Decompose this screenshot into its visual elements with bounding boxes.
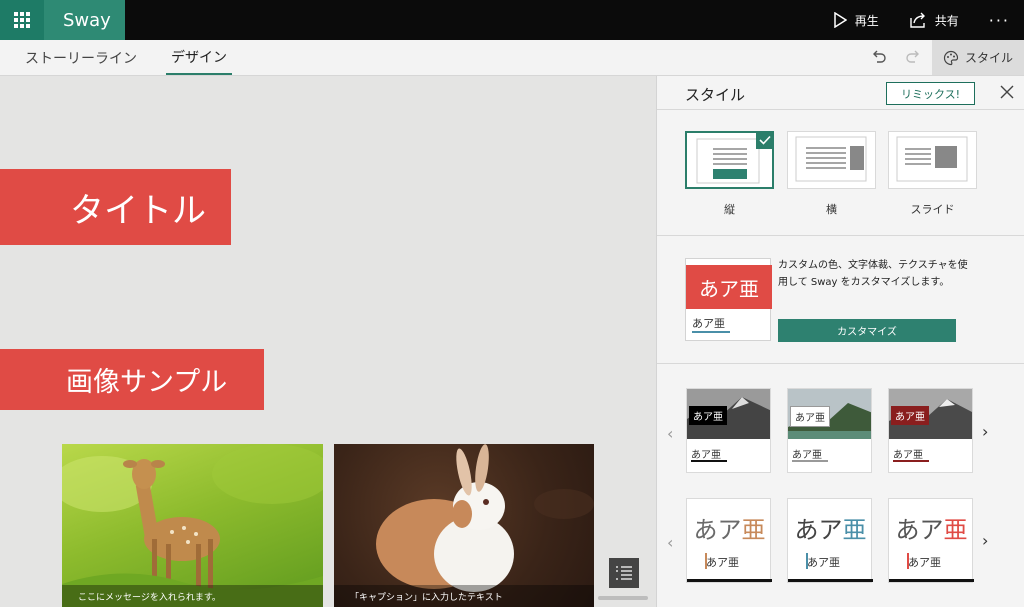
layout-horizontal-option[interactable] [787,131,876,189]
story-title[interactable]: タイトル [0,169,231,245]
font-option-2-large: あア亜 [794,516,867,544]
tab-storyline[interactable]: ストーリーライン [25,40,137,75]
font-option-1-bottom [687,579,772,582]
navigation-button[interactable] [609,558,639,588]
play-button[interactable]: 再生 [833,12,879,29]
app-launcher-icon [14,12,30,28]
style-option-2-chip: あア亜 [790,406,830,427]
top-bar: Sway 再生 共有 ··· [0,0,1024,40]
font-option-2-bottom [788,579,873,582]
undo-icon[interactable] [870,48,888,66]
font-option-1[interactable]: あア亜 あア亜 [686,498,772,583]
layout-slide-label: スライド [910,203,955,216]
share-button[interactable]: 共有 [909,12,959,29]
chevron-right-icon[interactable]: › [982,422,988,441]
style-button[interactable]: スタイル [932,40,1024,75]
font-option-3[interactable]: あア亜 あア亜 [888,498,974,583]
palette-icon [943,50,959,65]
style-option-3-underline [893,460,929,462]
font-option-3-small: あア亜 [908,556,941,569]
layout-slide-icon [896,136,968,182]
style-button-label: スタイル [964,51,1013,65]
font-option-3-large: あア亜 [895,516,968,544]
section-heading[interactable]: 画像サンプル [0,349,264,410]
more-options-button[interactable]: ··· [989,11,1010,30]
chevron-left-icon[interactable]: ‹ [667,424,673,443]
rabbit-caption[interactable]: 「キャプション」に入力したテキスト [334,585,594,607]
app-launcher-button[interactable] [0,0,44,40]
tab-design[interactable]: デザイン [166,40,232,75]
preview-underline [692,331,730,333]
redo-icon[interactable] [904,48,922,66]
style-option-2-underline [792,460,828,462]
chevron-right-icon[interactable]: › [982,531,988,550]
layout-vertical-label: 縦 [724,203,735,216]
preview-large-text: あア亜 [686,265,772,309]
layout-horizontal-icon [795,136,867,182]
story-canvas: タイトル 画像サンプル ここにメッセージを入れられます。 「キャプション」に入力… [0,76,656,607]
play-icon [833,12,847,28]
divider [657,363,1024,364]
style-option-1-underline [691,460,727,462]
style-option-3[interactable]: あア亜 あア亜 [888,388,973,473]
divider [657,235,1024,236]
style-option-1-label: あア亜 [691,450,721,461]
panel-title: スタイル [685,86,746,104]
custom-style-preview[interactable]: あア亜 あア亜 [685,258,772,341]
font-option-2-small: あア亜 [807,556,840,569]
deer-photo[interactable]: ここにメッセージを入れられます。 [62,444,323,607]
deer-image [62,444,323,607]
deer-caption[interactable]: ここにメッセージを入れられます。 [62,585,323,607]
style-option-1-chip: あア亜 [689,406,727,425]
rabbit-photo[interactable]: 「キャプション」に入力したテキスト [334,444,594,607]
font-option-1-small: あア亜 [706,556,739,569]
share-label: 共有 [934,13,959,28]
customize-button[interactable]: カスタマイズ [778,319,956,342]
style-panel: スタイル リミックス! 縦 横 スライド あア亜 あア亜 カスタムの色、文字体裁… [656,76,1024,607]
preview-small-text: あア亜 [692,317,725,330]
divider [657,109,1024,110]
chevron-left-icon[interactable]: ‹ [667,533,673,552]
layout-horizontal-label: 横 [826,203,837,216]
horizontal-scrollbar[interactable] [598,596,648,600]
style-option-2-label: あア亜 [792,450,822,461]
layout-vertical-option[interactable] [685,131,774,189]
font-option-1-large: あア亜 [693,516,766,544]
share-icon [910,12,925,28]
checkmark-icon [756,131,774,149]
play-label: 再生 [854,13,879,28]
style-option-1[interactable]: あア亜 あア亜 [686,388,771,473]
remix-button[interactable]: リミックス! [886,82,975,105]
top-actions: 再生 共有 ··· [833,0,1024,40]
customize-description: カスタムの色、文字体裁、テクスチャを使用して Sway をカスタマイズします。 [778,260,968,288]
font-option-3-bottom [889,579,974,582]
layout-slide-option[interactable] [888,131,977,189]
app-name[interactable]: Sway [44,0,125,40]
style-option-2[interactable]: あア亜 あア亜 [787,388,872,473]
style-option-3-label: あア亜 [893,450,923,461]
list-icon [616,566,632,580]
font-option-2[interactable]: あア亜 あア亜 [787,498,873,583]
close-icon[interactable] [999,84,1015,100]
style-option-3-chip: あア亜 [891,406,929,425]
rabbit-image [376,444,594,592]
